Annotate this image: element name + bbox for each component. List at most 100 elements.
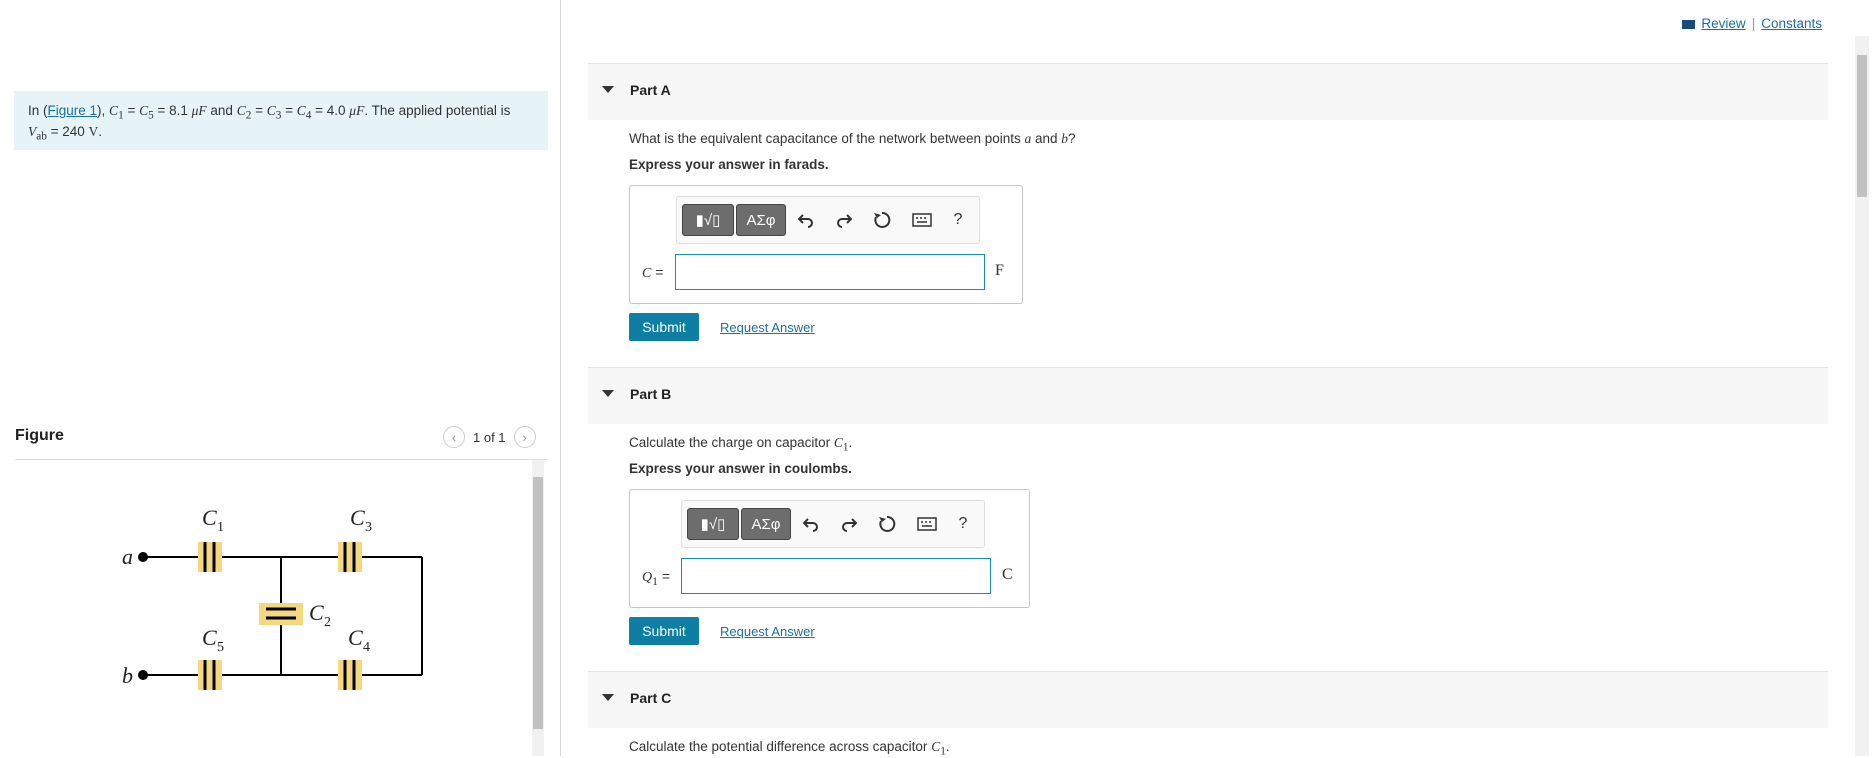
problem-statement: In (Figure 1), C1 = C5 = 8.1 μF and C2 =… bbox=[14, 91, 548, 150]
figure-page-count: 1 of 1 bbox=[473, 429, 506, 445]
part-b-submit-button[interactable]: Submit bbox=[629, 617, 699, 645]
problem-text: and bbox=[206, 103, 237, 118]
c3-label-sub: 3 bbox=[365, 520, 372, 535]
undo-icon[interactable] bbox=[795, 209, 817, 231]
c2-symbol: C bbox=[236, 103, 246, 118]
part-b-header[interactable]: Part B bbox=[588, 367, 1828, 424]
c3-symbol: C bbox=[266, 103, 276, 118]
undo-icon[interactable] bbox=[800, 513, 822, 535]
help-icon[interactable]: ? bbox=[947, 209, 969, 231]
vab-symbol: V bbox=[28, 123, 37, 139]
greek-symbols-button[interactable]: ΑΣφ bbox=[741, 508, 791, 540]
part-b-answer-input[interactable] bbox=[681, 558, 991, 594]
figure-divider bbox=[15, 459, 547, 460]
unit-text: V bbox=[88, 123, 99, 139]
unit-text: μF bbox=[349, 103, 365, 118]
review-link[interactable]: Review bbox=[1701, 16, 1745, 31]
left-pane: In (Figure 1), C1 = C5 = 8.1 μF and C2 =… bbox=[0, 0, 560, 756]
part-c-question: Calculate the potential difference acros… bbox=[629, 739, 950, 758]
next-figure-icon[interactable]: › bbox=[513, 426, 536, 448]
c3-label: C bbox=[350, 505, 365, 530]
variable-label: Q1 = bbox=[642, 568, 670, 588]
capacitor-symbol: C bbox=[833, 435, 843, 450]
part-a-request-answer-link[interactable]: Request Answer bbox=[720, 320, 815, 335]
value-text: = 240 bbox=[46, 123, 89, 139]
templates-button[interactable]: ▮√▯ bbox=[682, 204, 734, 236]
unit-label: C bbox=[1002, 566, 1013, 583]
unit-text: μF bbox=[191, 103, 207, 118]
c5-label-sub: 5 bbox=[217, 640, 224, 655]
figure-pager: ‹ 1 of 1 › bbox=[443, 426, 536, 448]
c4-symbol: C bbox=[296, 103, 306, 118]
circuit-diagram: a b C C C C C 1 3 5 4 2 bbox=[122, 505, 423, 690]
pane-divider bbox=[560, 0, 561, 756]
reset-icon[interactable] bbox=[876, 513, 898, 535]
question-text: . bbox=[945, 739, 950, 754]
problem-text: In ( bbox=[28, 103, 48, 118]
c4-label-sub: 4 bbox=[363, 640, 370, 655]
part-a-instructions: Express your answer in farads. bbox=[629, 157, 829, 172]
figure-link[interactable]: Figure 1 bbox=[48, 103, 98, 118]
c5-label: C bbox=[202, 625, 217, 650]
terminal-b-label: b bbox=[122, 663, 133, 688]
part-a-header[interactable]: Part A bbox=[588, 63, 1828, 120]
unit-label: F bbox=[995, 262, 1004, 279]
question-text: . bbox=[848, 435, 853, 450]
c1-label: C bbox=[202, 505, 217, 530]
variable-symbol: C bbox=[642, 266, 652, 281]
question-text: ? bbox=[1068, 131, 1076, 146]
reset-icon[interactable] bbox=[871, 209, 893, 231]
c4-label: C bbox=[348, 625, 363, 650]
part-b-instructions: Express your answer in coulombs. bbox=[629, 461, 852, 476]
capacitor-symbol: C bbox=[931, 739, 941, 754]
variable-label: C = bbox=[642, 264, 663, 282]
collapse-triangle-icon[interactable] bbox=[602, 390, 614, 397]
figure-scrollbar-thumb[interactable] bbox=[533, 477, 543, 729]
variable-symbol: Q bbox=[642, 570, 653, 585]
redo-icon[interactable] bbox=[833, 209, 855, 231]
equals-text: = bbox=[251, 103, 267, 118]
part-b-question: Calculate the charge on capacitor C1. bbox=[629, 435, 852, 454]
redo-icon[interactable] bbox=[838, 513, 860, 535]
c2-label: C bbox=[309, 600, 324, 625]
keyboard-icon[interactable] bbox=[911, 209, 933, 231]
part-a-answer-box: ▮√▯ ΑΣφ ? C = F bbox=[629, 185, 1023, 304]
value-text: = 4.0 bbox=[311, 103, 350, 118]
greek-symbols-button[interactable]: ΑΣφ bbox=[736, 204, 786, 236]
value-text: = 8.1 bbox=[153, 103, 192, 118]
keyboard-icon[interactable] bbox=[916, 513, 938, 535]
part-b-request-answer-link[interactable]: Request Answer bbox=[720, 624, 815, 639]
prev-figure-icon[interactable]: ‹ bbox=[443, 426, 465, 448]
main-scrollbar-thumb[interactable] bbox=[1857, 55, 1867, 197]
figure-title: Figure bbox=[15, 427, 64, 444]
header-separator: | bbox=[1751, 16, 1756, 31]
math-toolbar: ▮√▯ ΑΣφ ? bbox=[676, 196, 980, 244]
part-a-label: Part A bbox=[630, 82, 671, 98]
question-text: Calculate the potential difference acros… bbox=[629, 739, 932, 754]
part-b-answer-box: ▮√▯ ΑΣφ ? Q1 = C bbox=[629, 489, 1030, 608]
question-text: and bbox=[1031, 131, 1062, 146]
vab-subscript: ab bbox=[36, 130, 47, 143]
part-c-header[interactable]: Part C bbox=[588, 671, 1828, 728]
c5-symbol: C bbox=[139, 103, 149, 118]
question-text: What is the equivalent capacitance of th… bbox=[629, 131, 1025, 146]
header-links: Review | Constants bbox=[1682, 16, 1822, 31]
equals-text: = bbox=[657, 568, 671, 584]
part-a-answer-input[interactable] bbox=[675, 254, 985, 290]
help-icon[interactable]: ? bbox=[952, 513, 974, 535]
equals-text: = bbox=[281, 103, 297, 118]
c2-label-sub: 2 bbox=[324, 615, 331, 630]
math-toolbar: ▮√▯ ΑΣφ ? bbox=[681, 500, 985, 548]
part-a-question: What is the equivalent capacitance of th… bbox=[629, 131, 1076, 147]
templates-button[interactable]: ▮√▯ bbox=[687, 508, 739, 540]
collapse-triangle-icon[interactable] bbox=[602, 86, 614, 93]
constants-link[interactable]: Constants bbox=[1761, 16, 1822, 31]
part-a-submit-button[interactable]: Submit bbox=[629, 313, 699, 341]
collapse-triangle-icon[interactable] bbox=[602, 694, 614, 701]
question-text: Calculate the charge on capacitor bbox=[629, 435, 834, 450]
part-b-label: Part B bbox=[630, 386, 672, 402]
c1-symbol: C bbox=[109, 103, 119, 118]
c1-label-sub: 1 bbox=[217, 520, 224, 535]
part-c-label: Part C bbox=[630, 690, 672, 706]
problem-text: . The applied potential is bbox=[364, 103, 511, 118]
